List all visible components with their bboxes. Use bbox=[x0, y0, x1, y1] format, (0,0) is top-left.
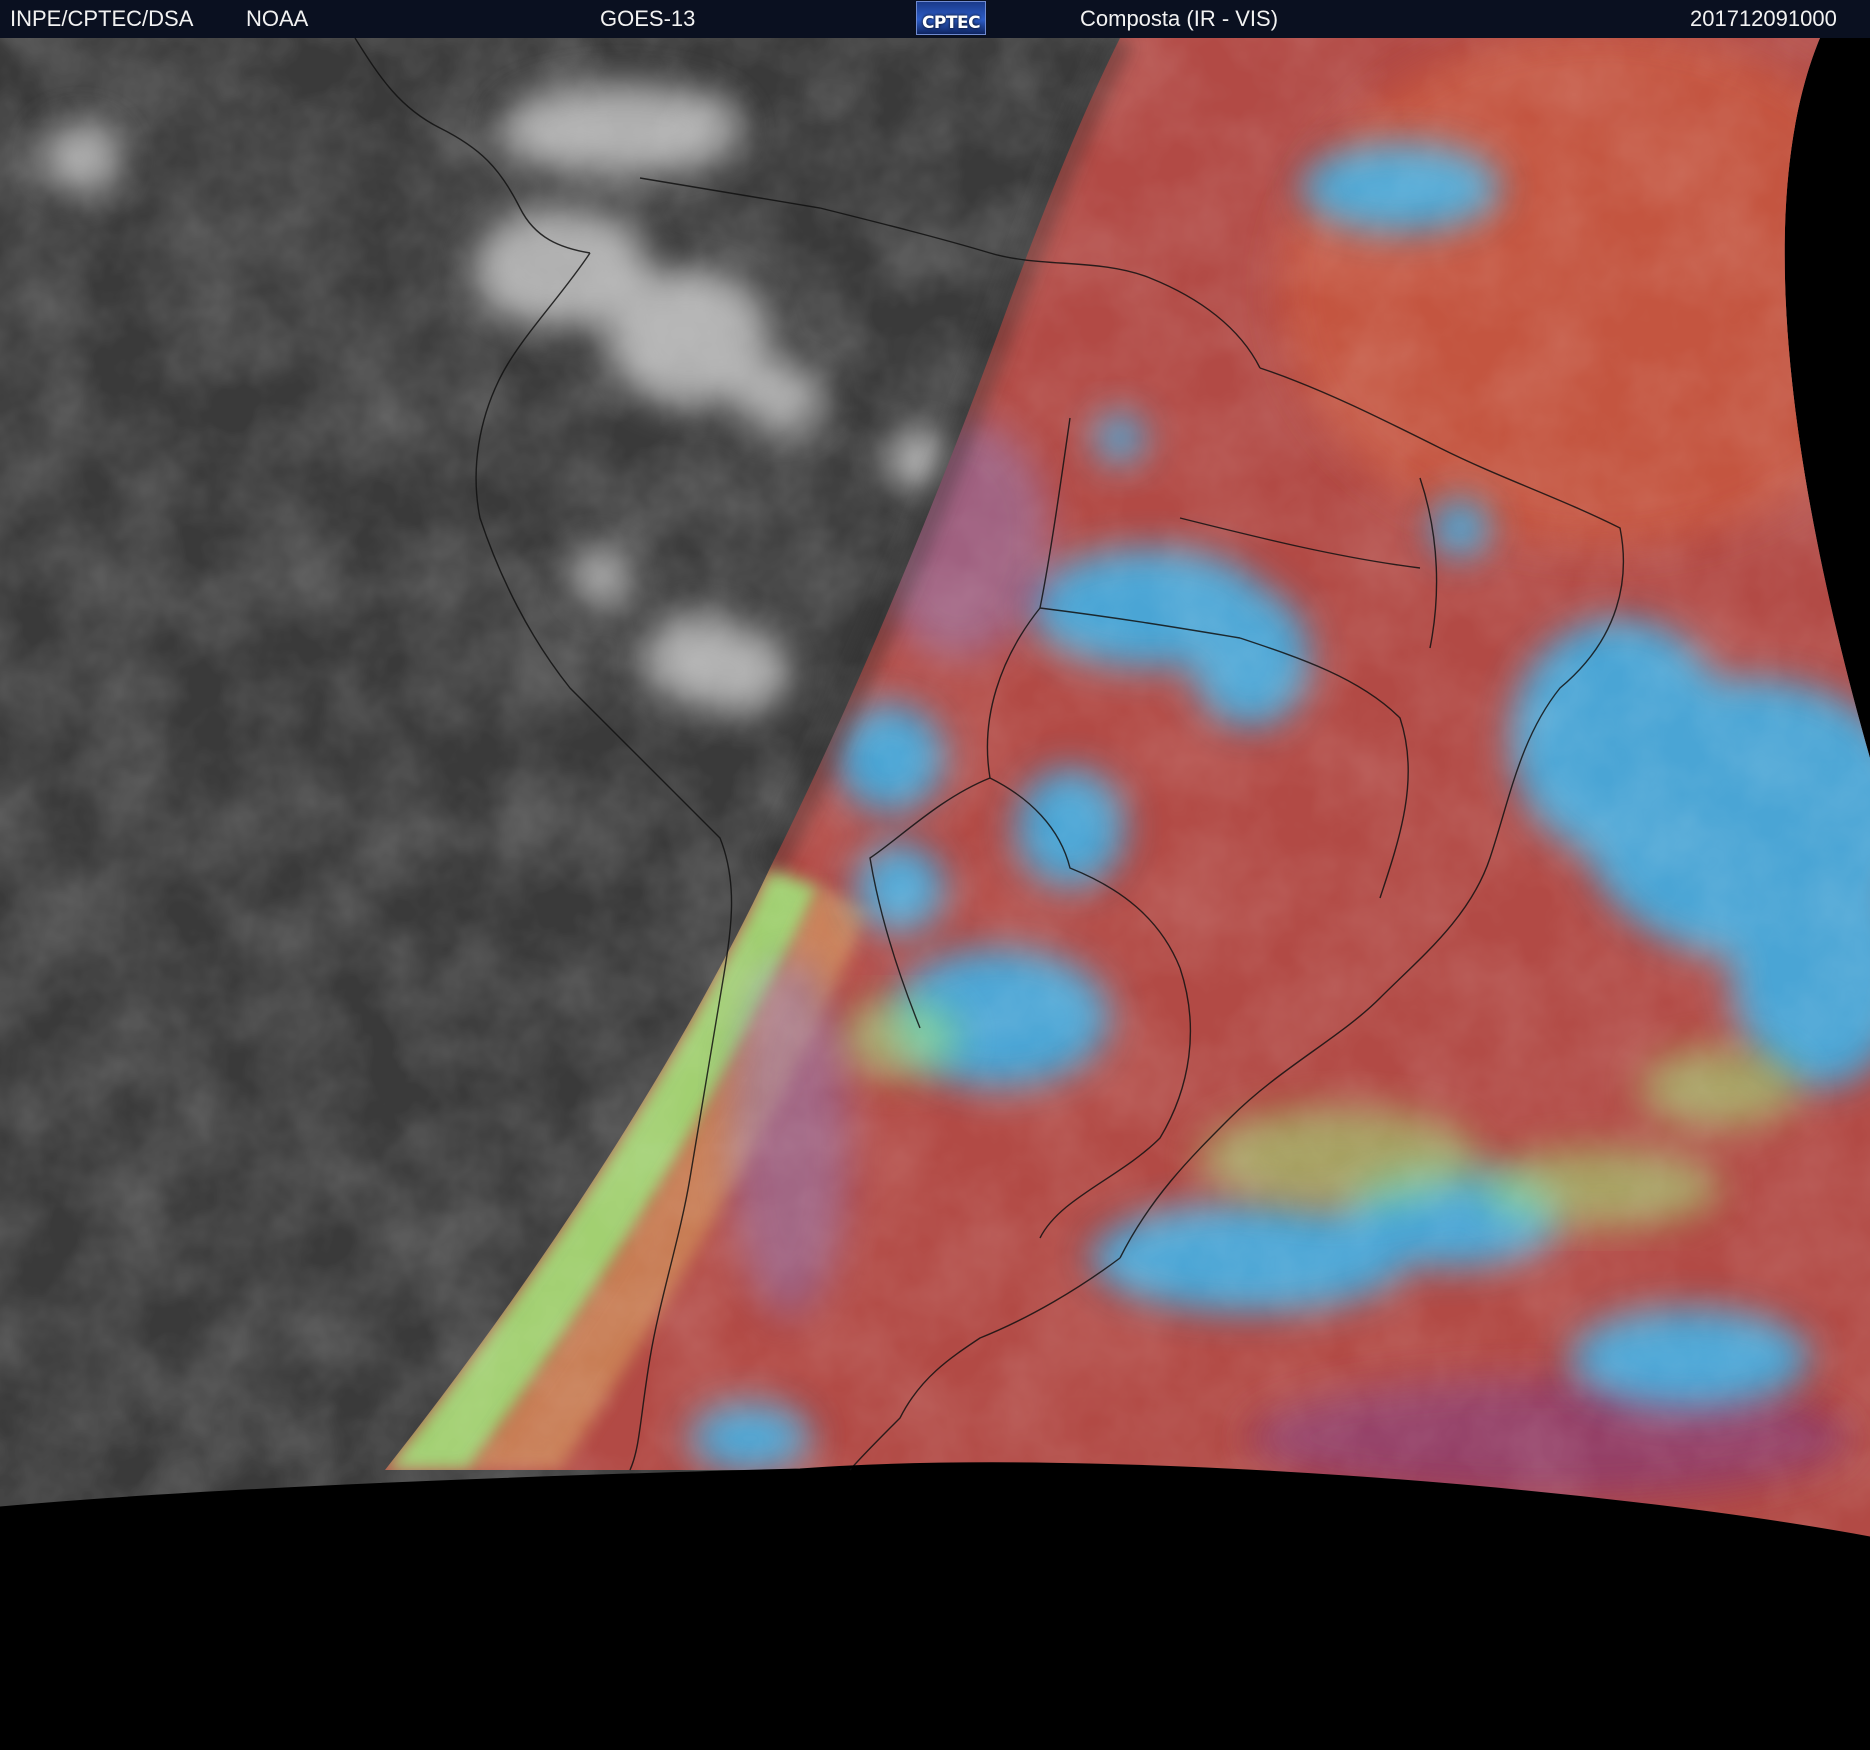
satellite-composite-svg bbox=[0, 38, 1870, 1750]
agency-label: NOAA bbox=[246, 6, 309, 31]
timestamp-label: 201712091000 bbox=[1690, 6, 1837, 31]
product-label: Composta (IR - VIS) bbox=[1080, 6, 1279, 31]
satellite-image bbox=[0, 38, 1870, 1750]
satellite-label: GOES-13 bbox=[600, 6, 696, 31]
institution-label: INPE/CPTEC/DSA bbox=[10, 6, 194, 31]
header-bar: INPE/CPTEC/DSA NOAA GOES-13 CPTEC Compos… bbox=[0, 0, 1870, 38]
cptec-logo: CPTEC bbox=[916, 1, 986, 35]
cptec-logo-text: CPTEC bbox=[921, 13, 981, 33]
